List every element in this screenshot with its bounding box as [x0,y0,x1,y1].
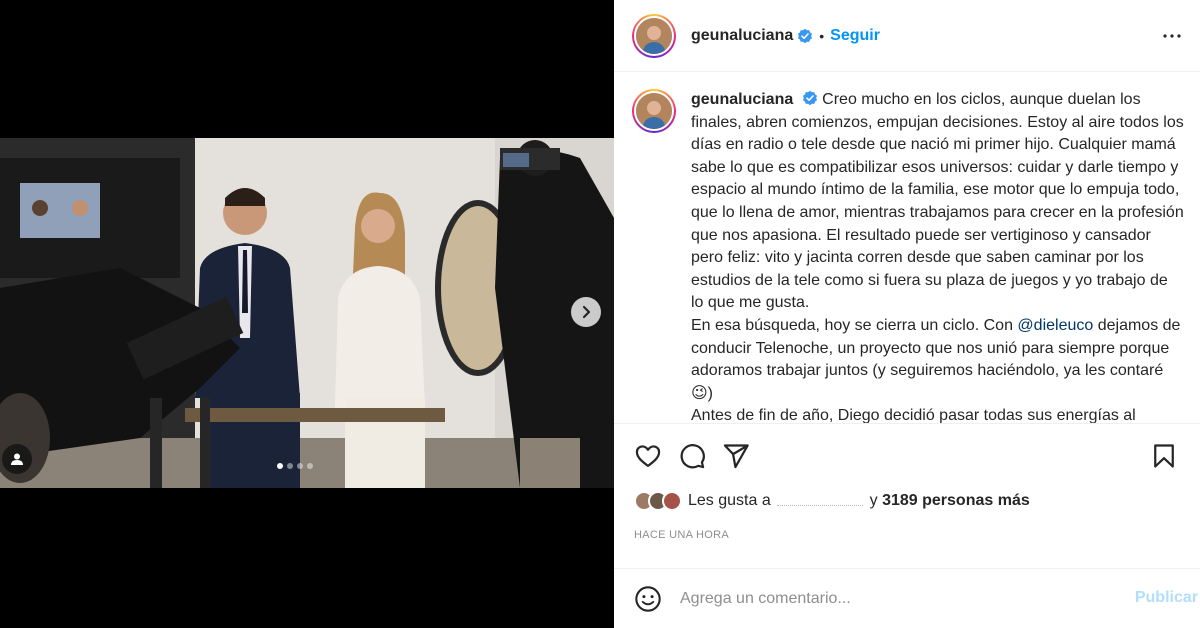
caption-paragraph-1: Creo mucho en los ciclos, aunque duelan … [691,91,1184,312]
comment-input[interactable] [680,589,1120,608]
profile-photo [636,93,672,129]
carousel-dot [307,463,313,469]
caption-username[interactable]: geunaluciana [691,91,793,108]
liker-avatar [662,491,682,511]
caption-paragraph-2: En esa búsqueda, hoy se cierra un ciclo.… [691,316,1013,334]
tagged-people-button[interactable] [2,444,32,474]
likes-text: Les gusta a y 3189 personas más [688,492,1030,510]
post-actions [614,423,1200,487]
instagram-post: geunaluciana • Seguir geunaluciana Creo … [0,0,1200,628]
carousel-dot [297,463,303,469]
verified-badge-icon [798,28,813,43]
post-side-panel: geunaluciana • Seguir geunaluciana Creo … [614,0,1200,628]
carousel-dot-active [277,463,283,469]
chevron-right-icon [582,305,591,319]
caption-avatar-image [634,91,674,131]
studio-photo-illustration [0,138,614,488]
likes-suffix: y [869,492,878,509]
caption-avatar[interactable] [632,89,676,133]
avatar-image [634,15,674,56]
caption-mention-link[interactable]: @dieleuco [1017,317,1093,334]
paper-plane-icon [723,443,749,468]
header-username[interactable]: geunaluciana [691,27,793,45]
caption-section: geunaluciana Creo mucho en los ciclos, a… [614,73,1200,423]
likes-prefix: Les gusta a [688,492,771,509]
verified-badge-icon [802,90,817,106]
emoji-icon [635,585,661,612]
post-media [0,0,614,628]
liker-avatars [634,491,682,511]
redacted-username [777,496,864,506]
heart-icon [635,444,661,467]
header-separator: • [819,27,825,44]
publish-button[interactable]: Publicar [1135,589,1198,607]
carousel-next-button[interactable] [571,297,601,327]
profile-photo [636,17,672,54]
caption-paragraph-3: Antes de fin de año, Diego decidió pasar… [691,407,1136,423]
likes-count[interactable]: 3189 personas más [882,492,1030,509]
save-button[interactable] [1150,442,1178,470]
comment-button[interactable] [678,442,706,470]
comment-icon [680,443,705,468]
post-timestamp[interactable]: HACE UNA HORA [634,529,729,541]
bookmark-icon [1154,443,1174,468]
likes-summary[interactable]: Les gusta a y 3189 personas más [634,491,1030,511]
post-header: geunaluciana • Seguir [614,0,1200,72]
more-options-icon[interactable] [1160,24,1184,48]
person-tag-icon [11,453,23,465]
like-button[interactable] [634,442,662,470]
emoji-button[interactable] [634,585,662,613]
avatar[interactable] [632,13,676,58]
carousel-indicator [277,463,313,469]
carousel-dot [287,463,293,469]
share-button[interactable] [722,442,750,470]
post-photo[interactable] [0,138,614,488]
comment-bar: Publicar [614,568,1200,628]
caption-text: geunaluciana Creo mucho en los ciclos, a… [691,89,1184,423]
follow-button[interactable]: Seguir [830,27,880,45]
